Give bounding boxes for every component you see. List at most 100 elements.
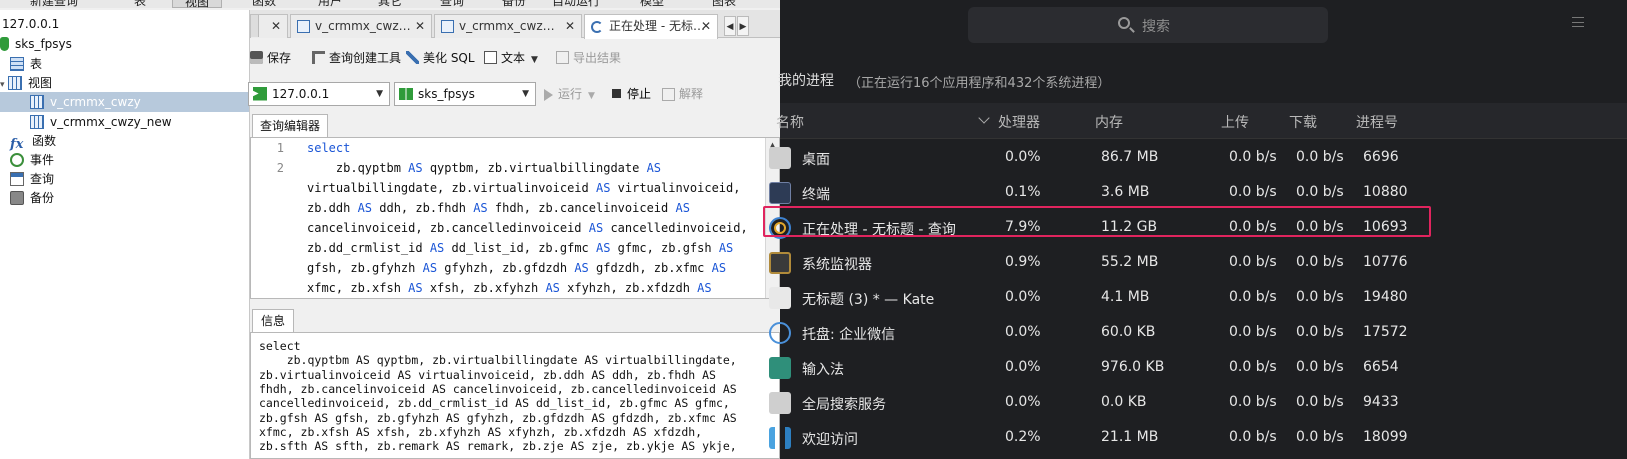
menu-query[interactable]: 查询 — [440, 0, 464, 8]
process-row[interactable]: 桌面 0.0% 86.7 MB 0.0 b/s 0.0 b/s 6696 — [769, 140, 1627, 176]
tree-database[interactable]: sks_fpsys — [0, 34, 72, 54]
process-row[interactable]: 正在处理 - 无标题 - 查询 7.9% 11.2 GB 0.0 b/s 0.0 b/s… — [769, 210, 1627, 246]
hammer-icon — [312, 51, 325, 64]
tab-scroll-left-icon[interactable]: ◀ — [724, 16, 736, 36]
tree-view-item-label: v_crmmx_cwzy_new — [50, 115, 172, 129]
menu-autorun[interactable]: 自动运行 — [552, 0, 600, 8]
close-icon[interactable]: ✕ — [415, 15, 425, 37]
query-editor[interactable]: 1 2 select zb.qyptbm AS qyptbm, zb.virtu… — [250, 137, 780, 299]
tab-scroll-right-icon[interactable]: ▶ — [737, 16, 749, 36]
column-header-pid[interactable]: 进程号 — [1356, 112, 1398, 132]
dropdown-caret-icon[interactable]: ▼ — [588, 91, 595, 101]
close-icon[interactable]: ✕ — [565, 15, 575, 37]
run-button[interactable]: 运行 ▼ — [544, 84, 595, 104]
close-icon[interactable]: ✕ — [701, 15, 711, 37]
query-builder-button[interactable]: 查询创建工具 — [312, 48, 401, 68]
menu-backup[interactable]: 备份 — [502, 0, 526, 8]
process-row[interactable]: 欢迎访问 0.2% 21.1 MB 0.0 b/s 0.0 b/s 18099 — [769, 420, 1627, 456]
desktop-icon — [769, 147, 791, 169]
tree-database-label: sks_fpsys — [15, 37, 72, 51]
sql-code[interactable]: select zb.qyptbm AS qyptbm, zb.virtualbi… — [307, 138, 759, 298]
info-panel: select zb.qyptbm AS qyptbm, zb.virtualbi… — [250, 332, 780, 459]
tree-functions-label: 函数 — [32, 134, 57, 148]
tree-view-item[interactable]: v_crmmx_cwzy_new — [30, 112, 172, 132]
save-button[interactable]: 保存 — [250, 48, 291, 68]
tree-functions[interactable]: fx 函数 — [10, 131, 57, 152]
process-pid: 10880 — [1363, 184, 1408, 200]
column-header-cpu[interactable]: 处理器 — [998, 112, 1040, 132]
object-tree: 127.0.0.1 sks_fpsys 表 ▾ 视图 v_crmmx_cwzy v… — [0, 10, 250, 459]
column-header-download[interactable]: 下载 — [1289, 112, 1317, 132]
kate-icon — [769, 287, 791, 309]
tree-queries-label: 查询 — [30, 172, 55, 186]
process-row[interactable]: 终端 0.1% 3.6 MB 0.0 b/s 0.0 b/s 10880 — [769, 175, 1627, 211]
menu-new-query[interactable]: 新建查询 — [30, 0, 78, 8]
export-results-button[interactable]: 导出结果 — [556, 48, 621, 68]
info-line: zb.qyptbm AS qyptbm, zb.virtualbillingda… — [259, 353, 737, 368]
menu-chart[interactable]: 图表 — [712, 0, 736, 8]
process-download: 0.0 b/s — [1296, 254, 1344, 270]
dropdown-caret-icon[interactable]: ▼ — [531, 55, 538, 65]
hamburger-menu-icon[interactable] — [1572, 17, 1584, 27]
process-row[interactable]: 无标题 (3) * — Kate 0.0% 4.1 MB 0.0 b/s 0.0 b/s… — [769, 280, 1627, 316]
beautify-sql-label: 美化 SQL — [423, 51, 475, 65]
menu-user[interactable]: 用户 — [318, 0, 342, 8]
process-row[interactable]: 系统监视器 0.9% 55.2 MB 0.0 b/s 0.0 b/s 10776 — [769, 245, 1627, 281]
stop-button[interactable]: 停止 — [612, 84, 651, 104]
code-line: gfsh, zb.gfyhzh AS gfyhzh, zb.gfdzdh AS … — [307, 258, 726, 278]
connection-icon — [253, 86, 267, 101]
code-line: select — [307, 138, 350, 158]
tab-partial-icon — [251, 15, 259, 37]
tree-backups[interactable]: 备份 — [10, 188, 54, 208]
process-name: 终端 — [802, 187, 830, 203]
process-memory: 976.0 KB — [1101, 359, 1165, 375]
sql-keyword: select — [307, 141, 351, 155]
tab-query-active[interactable]: 正在处理 - 无标… ✕ — [584, 14, 718, 39]
tree-events[interactable]: 事件 — [10, 150, 54, 170]
menu-model[interactable]: 模型 — [640, 0, 664, 8]
query-editor-tab[interactable]: 查询编辑器 — [252, 114, 328, 138]
tree-queries[interactable]: 查询 — [10, 169, 54, 189]
tree-view-item-selected[interactable]: v_crmmx_cwzy — [0, 92, 249, 112]
process-row[interactable]: 托盘: 企业微信 0.0% 60.0 KB 0.0 b/s 0.0 b/s 17572 — [769, 315, 1627, 351]
tree-tables-label: 表 — [30, 57, 43, 71]
sort-descending-icon[interactable] — [978, 112, 990, 124]
sql-text: cancelinvoiceid, zb.cancelledinvoiceid — [307, 221, 589, 235]
menu-table[interactable]: 表 — [134, 0, 146, 8]
process-cpu: 0.0% — [1005, 394, 1041, 410]
dropdown-arrow-icon: ▼ — [522, 89, 529, 99]
sql-keyword: AS — [646, 161, 662, 175]
database-icon — [0, 36, 9, 51]
explain-button[interactable]: 解释 — [662, 84, 703, 104]
column-header-memory[interactable]: 内存 — [1095, 112, 1123, 132]
sql-text: gfdzdh, zb.xfmc — [588, 261, 712, 275]
connection-select[interactable]: 127.0.0.1 ▼ — [248, 82, 390, 106]
text-button[interactable]: 文本 ▼ — [484, 48, 538, 68]
menu-view[interactable]: 视图 — [172, 0, 223, 8]
process-upload: 0.0 b/s — [1229, 184, 1277, 200]
tab-view-2[interactable]: v_crmmx_cwz… ✕ — [434, 14, 582, 38]
system-monitor-window: 搜索 我的进程 （正在运行16个应用程序和432个系统进程） 名称 处理器 内存… — [769, 0, 1627, 459]
process-download: 0.0 b/s — [1296, 219, 1344, 235]
close-icon[interactable]: ✕ — [271, 15, 281, 37]
process-pid: 18099 — [1363, 429, 1408, 445]
process-memory: 60.0 KB — [1101, 324, 1156, 340]
database-select[interactable]: sks_fpsys ▼ — [394, 82, 536, 106]
process-row[interactable]: 输入法 0.0% 976.0 KB 0.0 b/s 0.0 b/s 6654 — [769, 350, 1627, 386]
beautify-sql-button[interactable]: 美化 SQL — [406, 48, 475, 68]
tab-partial[interactable]: ✕ — [250, 14, 288, 38]
column-header-upload[interactable]: 上传 — [1221, 112, 1249, 132]
column-header-name[interactable]: 名称 — [776, 112, 804, 132]
tab-view-1[interactable]: v_crmmx_cwz… ✕ — [290, 14, 432, 38]
menu-other[interactable]: 其它 — [378, 0, 402, 8]
process-pid: 6696 — [1363, 149, 1399, 165]
tree-connection[interactable]: 127.0.0.1 — [2, 14, 59, 34]
view-tab-icon — [441, 20, 454, 33]
tree-tables[interactable]: 表 — [10, 54, 42, 74]
info-tab[interactable]: 信息 — [252, 309, 294, 333]
menu-function[interactable]: 函数 — [252, 0, 276, 8]
tree-views[interactable]: ▾ 视图 — [0, 73, 52, 93]
search-input[interactable]: 搜索 — [968, 7, 1328, 43]
process-row[interactable]: 全局搜索服务 0.0% 0.0 KB 0.0 b/s 0.0 b/s 9433 — [769, 385, 1627, 421]
editor-tab-bar: ✕ v_crmmx_cwz… ✕ v_crmmx_cwz… ✕ 正在处理 - 无… — [250, 10, 780, 39]
